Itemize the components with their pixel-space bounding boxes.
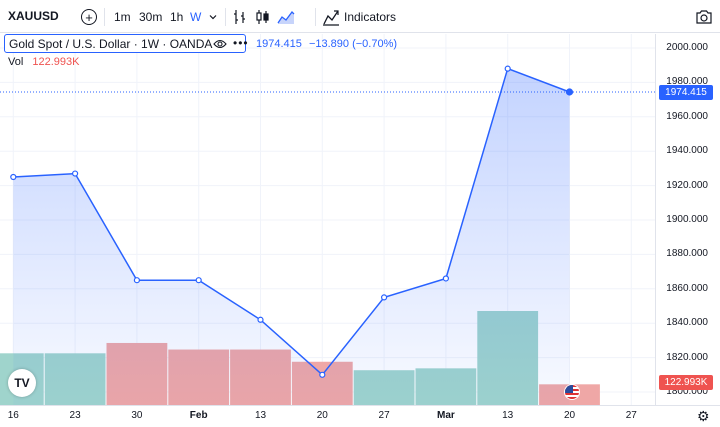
time-tick-label: 30 xyxy=(131,410,143,421)
price-tick-label: 1940.000 xyxy=(666,145,708,157)
indicators-button[interactable]: Indicators xyxy=(322,8,396,26)
plus-circle-icon[interactable]: + xyxy=(81,9,97,25)
indicators-label: Indicators xyxy=(344,10,397,24)
volume-bars xyxy=(0,311,600,405)
price-point xyxy=(381,294,388,301)
price-point xyxy=(257,316,264,323)
legend-change: −13.890 (−0.70%) xyxy=(308,38,398,50)
time-tick-label: Feb xyxy=(189,410,208,421)
volume-legend: Vol 122.993K xyxy=(8,56,79,68)
time-tick-label: 16 xyxy=(7,410,19,421)
time-tick-label: 13 xyxy=(502,410,514,421)
interval-w[interactable]: W xyxy=(190,8,201,26)
time-tick-label: 20 xyxy=(316,410,328,421)
last-price-tag: 1974.415 xyxy=(659,85,713,100)
price-tick-label: 1840.000 xyxy=(666,317,708,329)
volume-bar xyxy=(291,361,353,405)
grid xyxy=(0,34,720,406)
legend-price: 1974.415 xyxy=(256,38,302,50)
tradingview-logo[interactable]: TV xyxy=(8,369,36,397)
eye-icon[interactable] xyxy=(213,38,227,52)
volume-bar xyxy=(168,349,230,405)
price-point xyxy=(10,173,17,181)
price-point xyxy=(71,170,79,177)
price-point xyxy=(565,88,574,96)
bar-style-icon[interactable] xyxy=(232,8,248,26)
price-tick-label: 1920.000 xyxy=(666,179,708,191)
last-volume-tag: 122.993K xyxy=(659,375,713,390)
price-line xyxy=(13,67,570,376)
interval-30m[interactable]: 30m xyxy=(139,8,162,26)
price-point xyxy=(195,277,202,284)
chevron-down-icon[interactable] xyxy=(208,8,218,26)
time-tick-label: 20 xyxy=(563,410,576,421)
time-tick-label: 27 xyxy=(378,410,390,421)
interval-1m[interactable]: 1m xyxy=(114,8,131,26)
price-tick-label: 1880.000 xyxy=(666,248,708,260)
toolbar-divider xyxy=(225,8,226,26)
volume-bar xyxy=(353,370,415,405)
interval-1h[interactable]: 1h xyxy=(170,8,183,26)
time-tick-label: 13 xyxy=(254,410,267,421)
volume-bar xyxy=(106,342,168,405)
gear-icon[interactable]: ⚙ xyxy=(697,408,710,425)
price-point xyxy=(133,277,140,284)
price-tick-label: 1900.000 xyxy=(666,214,708,225)
price-chart[interactable] xyxy=(0,0,720,427)
indicators-icon xyxy=(323,10,339,26)
candlestick-icon[interactable] xyxy=(255,8,271,26)
price-tick-label: 1820.000 xyxy=(666,351,708,363)
symbol-search[interactable]: XAUUSD xyxy=(8,9,59,23)
time-tick-label: 27 xyxy=(625,410,637,421)
volume-label: Vol xyxy=(8,56,24,68)
price-tick-label: 2000.000 xyxy=(666,42,708,53)
price-point xyxy=(442,275,449,282)
time-tick-label: 23 xyxy=(69,410,81,421)
series-legend[interactable]: Gold Spot / U.S. Dollar · 1W · OANDA ••• xyxy=(4,34,249,53)
price-point xyxy=(504,65,511,72)
price-tick-label: 1860.000 xyxy=(666,282,708,294)
legend-values: 1974.415 −13.890 (−0.70%) xyxy=(256,38,397,50)
volume-bar xyxy=(230,349,291,405)
toolbar: XAUUSD + 1m 30m 1h W Indicators xyxy=(0,0,720,33)
volume-bar xyxy=(477,311,539,405)
volume-bar xyxy=(44,353,106,405)
series-title: Gold Spot / U.S. Dollar · 1W · OANDA xyxy=(9,36,213,51)
ellipsis-icon[interactable]: ••• xyxy=(233,36,249,50)
price-points xyxy=(10,65,574,378)
toolbar-divider xyxy=(104,8,105,26)
price-tick-label: 1960.000 xyxy=(666,110,708,122)
area-chart-icon[interactable] xyxy=(277,8,295,26)
price-point xyxy=(319,371,326,378)
toolbar-divider xyxy=(315,8,316,26)
camera-icon[interactable] xyxy=(695,8,713,26)
price-area xyxy=(13,68,570,405)
us-flag-icon xyxy=(564,384,580,400)
volume-value: 122.993K xyxy=(32,56,80,68)
time-tick-label: Mar xyxy=(436,410,455,421)
volume-bar xyxy=(415,368,477,405)
